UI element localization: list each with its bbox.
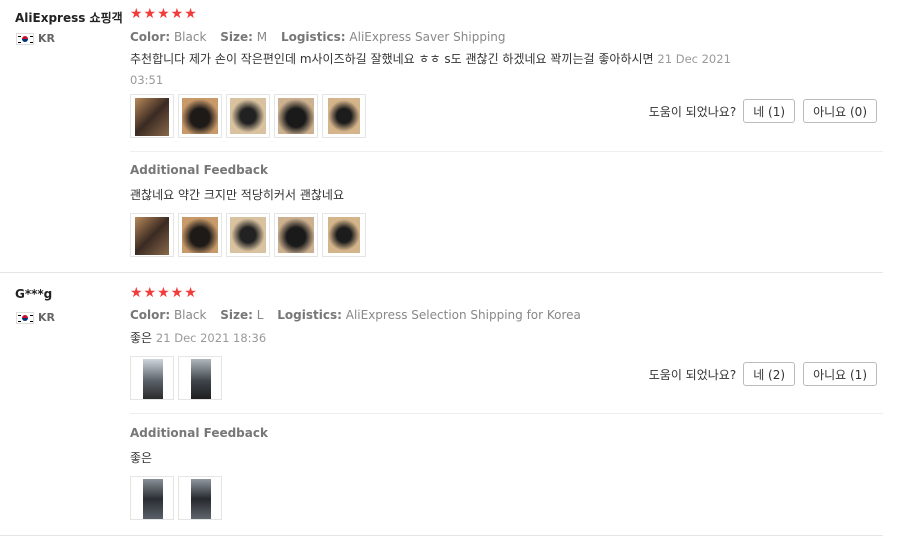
review-photo[interactable]	[130, 476, 174, 520]
size-label: Size:	[220, 308, 253, 322]
helpful-label: 도움이 되었나요?	[648, 104, 737, 119]
additional-feedback-text: 좋은	[130, 451, 153, 465]
reviewer-country: KR	[38, 32, 55, 45]
size-label: Size:	[220, 30, 253, 44]
korea-flag-icon	[16, 33, 34, 45]
review-content: 추천합니다 제가 손이 작은편인데 m사이즈하길 잘했네요 ㅎㅎ s도 괜찮긴 …	[130, 52, 654, 66]
additional-feedback-text: 괜찮네요 약간 크지만 적당히커서 괜찮네요	[130, 188, 344, 202]
review-text: 좋은 21 Dec 2021 18:36	[130, 328, 266, 349]
korea-flag-icon	[16, 312, 34, 324]
logistics-label: Logistics:	[280, 30, 346, 44]
review-sku-info: Color: Black Size: L Logistics: AliExpre…	[130, 308, 581, 322]
review-date: 21 Dec 2021 18:36	[155, 331, 267, 345]
reviewer-name: G***g	[15, 287, 53, 301]
review-content: 좋은	[130, 331, 153, 345]
additional-feedback-label: Additional Feedback	[130, 163, 268, 177]
review-photo[interactable]	[226, 94, 270, 138]
reviewer-country: KR	[38, 311, 55, 324]
additional-photos	[130, 213, 366, 257]
star-rating: ★★★★★	[130, 285, 198, 301]
size-value: M	[256, 30, 268, 44]
star-rating: ★★★★★	[130, 6, 198, 22]
review-divider	[0, 272, 883, 273]
additional-photos	[130, 476, 222, 520]
review-photos	[130, 94, 366, 138]
review-photo[interactable]	[178, 213, 222, 257]
size-value: L	[256, 308, 264, 322]
review-photo[interactable]	[322, 94, 366, 138]
review-photo[interactable]	[130, 356, 174, 400]
review-divider	[0, 535, 883, 536]
reviewer-name: AliExpress 쇼핑객	[15, 11, 123, 25]
helpful-yes-button[interactable]: 네 (2)	[743, 362, 796, 386]
color-value: Black	[173, 308, 207, 322]
review-photo[interactable]	[178, 94, 222, 138]
color-value: Black	[173, 30, 207, 44]
review-photo[interactable]	[178, 356, 222, 400]
color-label: Color:	[130, 308, 171, 322]
helpful-yes-button[interactable]: 네 (1)	[743, 99, 796, 123]
review-photo[interactable]	[274, 94, 318, 138]
helpful-section: 도움이 되었나요? 네 (2) 아니요 (1)	[649, 362, 877, 386]
logistics-value: AliExpress Saver Shipping	[349, 30, 506, 44]
divider	[130, 413, 883, 414]
divider	[130, 151, 883, 152]
review-photos	[130, 356, 222, 400]
logistics-value: AliExpress Selection Shipping for Korea	[345, 308, 581, 322]
review-photo[interactable]	[274, 213, 318, 257]
review-date: 21 Dec 2021	[657, 52, 731, 66]
logistics-label: Logistics:	[277, 308, 342, 322]
review-photo[interactable]	[178, 476, 222, 520]
helpful-label: 도움이 되었나요?	[648, 367, 737, 382]
helpful-section: 도움이 되었나요? 네 (1) 아니요 (0)	[649, 99, 877, 123]
additional-feedback-label: Additional Feedback	[130, 426, 268, 440]
review-text: 추천합니다 제가 손이 작은편인데 m사이즈하길 잘했네요 ㅎㅎ s도 괜찮긴 …	[130, 49, 770, 91]
color-label: Color:	[130, 30, 171, 44]
helpful-no-button[interactable]: 아니요 (1)	[803, 362, 877, 386]
review-photo[interactable]	[130, 213, 174, 257]
review-photo[interactable]	[322, 213, 366, 257]
review-photo[interactable]	[130, 94, 174, 138]
review-sku-info: Color: Black Size: M Logistics: AliExpre…	[130, 30, 506, 44]
helpful-no-button[interactable]: 아니요 (0)	[803, 99, 877, 123]
review-time: 03:51	[130, 73, 164, 87]
review-photo[interactable]	[226, 213, 270, 257]
